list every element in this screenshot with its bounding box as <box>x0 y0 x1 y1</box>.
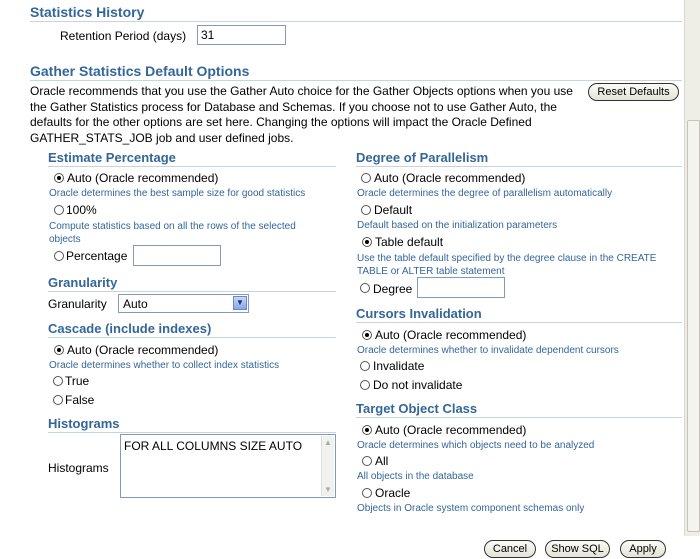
cascade-heading: Cascade (include indexes) <box>48 321 212 336</box>
gather-defaults-description: Oracle recommends that you use the Gathe… <box>30 84 573 146</box>
divider <box>48 337 336 338</box>
description-line: the Gather Statistics process for Databa… <box>30 99 557 114</box>
cursors-auto-radio[interactable] <box>362 330 372 340</box>
target-auto-radio[interactable] <box>362 425 372 435</box>
parallelism-default-description: Default based on the initialization para… <box>357 220 558 231</box>
scroll-up-icon[interactable]: ▲ <box>324 438 332 447</box>
cascade-true-label: True <box>65 374 90 388</box>
estimate-auto-radio[interactable] <box>54 173 64 183</box>
target-all-label: All <box>375 454 389 468</box>
estimate-100-description: Compute statistics based on all the rows… <box>49 220 296 246</box>
estimate-100-radio[interactable] <box>54 205 64 215</box>
divider <box>48 432 336 433</box>
parallelism-auto-label: Auto (Oracle recommended) <box>374 171 526 185</box>
cursors-auto-label: Auto (Oracle recommended) <box>375 328 527 342</box>
granularity-value: Auto <box>123 297 148 311</box>
retention-period-label: Retention Period (days) <box>60 29 187 43</box>
cascade-auto-description: Oracle determines whether to collect ind… <box>49 360 280 371</box>
parallelism-table-default-radio[interactable] <box>362 237 372 247</box>
parallelism-table-default-description: Use the table default specified by the d… <box>357 252 656 278</box>
scrollbar-thumb[interactable] <box>687 120 700 532</box>
estimate-percentage-radio[interactable] <box>54 251 64 261</box>
parallelism-auto-description: Oracle determines the degree of parallel… <box>357 188 613 199</box>
parallelism-default-radio[interactable] <box>361 205 371 215</box>
show-sql-button[interactable]: Show SQL <box>545 540 610 558</box>
cursors-no-invalidate-label: Do not invalidate <box>373 378 463 392</box>
estimate-100-label: 100% <box>66 203 97 217</box>
divider <box>48 291 336 292</box>
histograms-textarea[interactable]: FOR ALL COLUMNS SIZE AUTO ▲ ▼ <box>120 434 336 498</box>
parallelism-auto-radio[interactable] <box>361 173 371 183</box>
cursors-invalidate-radio[interactable] <box>360 361 370 371</box>
cursors-no-invalidate-radio[interactable] <box>360 380 370 390</box>
description-line: Compute statistics based on all the rows… <box>49 221 296 232</box>
granularity-heading: Granularity <box>48 275 118 290</box>
target-auto-description: Oracle determines which objects need to … <box>357 440 595 451</box>
divider <box>30 21 682 22</box>
target-auto-label: Auto (Oracle recommended) <box>375 423 527 437</box>
parallelism-table-default-label: Table default <box>375 235 444 249</box>
estimate-percentage-input[interactable] <box>133 245 221 266</box>
chevron-down-icon[interactable]: ▼ <box>233 296 247 310</box>
gather-defaults-heading: Gather Statistics Default Options <box>30 63 250 79</box>
retention-period-input[interactable] <box>197 25 286 45</box>
divider <box>356 417 682 418</box>
vertical-scrollbar[interactable] <box>684 0 700 540</box>
description-line: GATHER_STATS_JOB job and user defined jo… <box>30 130 294 145</box>
apply-button[interactable]: Apply <box>620 540 666 558</box>
cascade-true-radio[interactable] <box>53 376 63 386</box>
textarea-scrollbar[interactable]: ▲ ▼ <box>321 436 334 496</box>
degree-of-parallelism-heading: Degree of Parallelism <box>356 150 489 165</box>
target-object-class-heading: Target Object Class <box>356 401 478 416</box>
histograms-label: Histograms <box>48 461 109 475</box>
target-all-description: All objects in the database <box>357 471 474 482</box>
cursors-invalidation-heading: Cursors Invalidation <box>356 306 482 321</box>
cascade-auto-radio[interactable] <box>54 345 64 355</box>
granularity-select[interactable]: Auto ▼ <box>118 294 249 313</box>
target-oracle-label: Oracle <box>375 486 411 500</box>
cursors-auto-description: Oracle determines whether to invalidate … <box>357 345 619 356</box>
cascade-false-radio[interactable] <box>53 395 63 405</box>
statistics-history-heading: Statistics History <box>30 4 145 20</box>
histograms-value: FOR ALL COLUMNS SIZE AUTO <box>124 439 303 453</box>
divider <box>48 166 336 167</box>
description-line: Oracle recommends that you use the Gathe… <box>30 84 573 98</box>
estimate-auto-description: Oracle determines the best sample size f… <box>49 188 306 199</box>
target-all-radio[interactable] <box>362 456 372 466</box>
target-oracle-description: Objects in Oracle system component schem… <box>357 503 585 514</box>
description-line: TABLE or ALTER table statement <box>357 266 505 277</box>
reset-defaults-button[interactable]: Reset Defaults <box>588 83 679 101</box>
parallelism-degree-input[interactable] <box>417 277 505 298</box>
description-line: Use the table default specified by the d… <box>357 253 657 264</box>
cascade-false-label: False <box>65 393 95 407</box>
divider <box>356 322 682 323</box>
description-line: defaults for the other options are set h… <box>30 115 532 129</box>
granularity-label: Granularity <box>48 297 107 311</box>
estimate-percentage-heading: Estimate Percentage <box>48 150 176 165</box>
dialog-button-bar: Cancel Show SQL Apply <box>0 536 700 559</box>
cancel-button[interactable]: Cancel <box>484 540 536 558</box>
cascade-auto-label: Auto (Oracle recommended) <box>67 343 219 357</box>
estimate-auto-label: Auto (Oracle recommended) <box>67 171 219 185</box>
parallelism-default-label: Default <box>374 203 413 217</box>
histograms-heading: Histograms <box>48 416 120 431</box>
estimate-percentage-label: Percentage <box>66 249 128 263</box>
divider <box>356 166 682 167</box>
parallelism-degree-radio[interactable] <box>360 283 370 293</box>
parallelism-degree-label: Degree <box>373 282 413 296</box>
cursors-invalidate-label: Invalidate <box>373 359 425 373</box>
target-oracle-radio[interactable] <box>362 488 372 498</box>
scroll-down-icon[interactable]: ▼ <box>324 485 332 494</box>
divider <box>30 80 682 81</box>
